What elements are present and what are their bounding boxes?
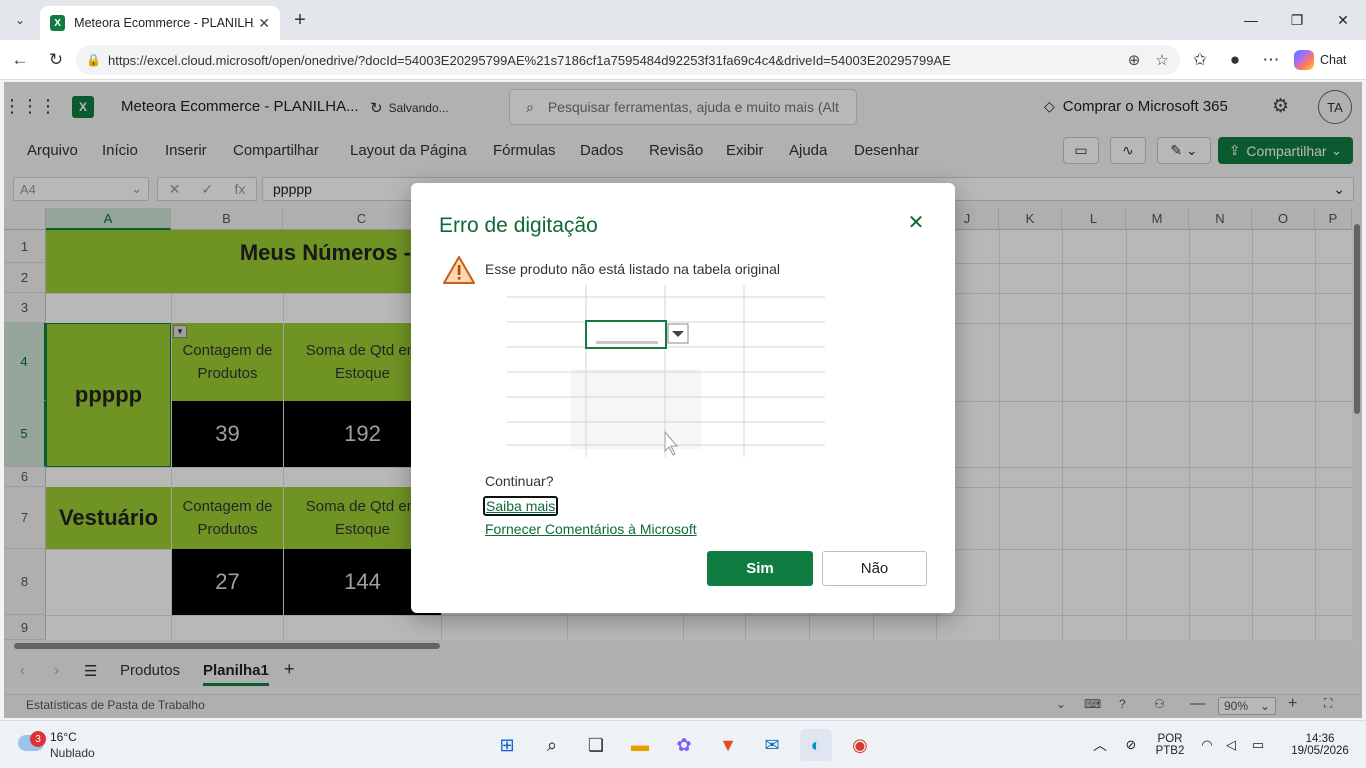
site-info-lock-icon[interactable]: 🔒 bbox=[86, 53, 101, 67]
back-arrow-icon[interactable]: ← bbox=[8, 48, 32, 72]
file-explorer-icon[interactable]: ▬ bbox=[624, 729, 656, 761]
windows-taskbar: 3 16°C Nublado ⊞ ⌕ ❏ ▬ ✿ ▼ ✉ ◐ ◉ ︿ ⊘ POR… bbox=[0, 720, 1366, 768]
wifi-icon[interactable]: ◠ bbox=[1196, 721, 1218, 768]
clock-date: 19/05/2026 bbox=[1291, 745, 1349, 757]
tab-actions-chevron-icon[interactable]: ⌄ bbox=[8, 8, 32, 32]
windows-start-icon[interactable]: ⊞ bbox=[491, 729, 523, 761]
error-dialog: Erro de digitação ✕ Esse produto não est… bbox=[411, 183, 955, 613]
weather-widget[interactable]: 3 16°C Nublado bbox=[14, 727, 134, 763]
notification-badge: 3 bbox=[30, 731, 46, 747]
task-view-icon[interactable]: ❏ bbox=[580, 729, 612, 761]
show-hidden-icons-chevron-icon[interactable]: ︿ bbox=[1090, 721, 1110, 768]
search-taskbar-icon[interactable]: ⌕ bbox=[536, 729, 568, 761]
dropdown-illustration-icon bbox=[507, 285, 825, 457]
tab-close-icon[interactable]: ✕ bbox=[258, 15, 270, 32]
no-button[interactable]: Não bbox=[822, 551, 927, 586]
clock-time: 14:36 bbox=[1305, 733, 1335, 745]
chat-label: Chat bbox=[1320, 53, 1347, 67]
refresh-icon[interactable]: ↻ bbox=[44, 48, 68, 72]
url-field[interactable]: 🔒 https://excel.cloud.microsoft/open/one… bbox=[76, 45, 1180, 75]
profile-icon[interactable]: ● bbox=[1223, 48, 1247, 72]
learn-more-link[interactable]: Saiba mais bbox=[483, 496, 559, 516]
favorite-star-icon[interactable]: ☆ bbox=[1150, 45, 1174, 75]
yes-button[interactable]: Sim bbox=[707, 551, 813, 586]
outlook-icon[interactable]: ✉ bbox=[756, 729, 788, 761]
url-text[interactable]: https://excel.cloud.microsoft/open/onedr… bbox=[108, 53, 1108, 68]
dialog-title: Erro de digitação bbox=[439, 214, 598, 237]
window-close-icon[interactable]: ✕ bbox=[1320, 0, 1366, 40]
input-language-indicator[interactable]: POR PTB2 bbox=[1150, 721, 1190, 768]
weather-condition: Nublado bbox=[50, 746, 95, 760]
chrome-browser-icon[interactable]: ◉ bbox=[844, 729, 876, 761]
dialog-close-icon[interactable]: ✕ bbox=[905, 211, 927, 234]
language-code: POR bbox=[1157, 733, 1183, 745]
dialog-continue-question: Continuar? bbox=[485, 473, 554, 489]
browser-tab-bar: ⌄ X Meteora Ecommerce - PLANILHA E ✕ + —… bbox=[0, 0, 1366, 40]
browser-tab-title: Meteora Ecommerce - PLANILHA E bbox=[74, 16, 255, 30]
brave-browser-icon[interactable]: ▼ bbox=[712, 729, 744, 761]
system-clock[interactable]: 14:36 19/05/2026 bbox=[1280, 721, 1360, 768]
feedback-link[interactable]: Fornecer Comentários à Microsoft bbox=[485, 521, 697, 537]
copilot-chat-button[interactable]: Chat bbox=[1294, 48, 1358, 72]
favorites-list-icon[interactable]: ✩ bbox=[1188, 48, 1212, 72]
excel-favicon-icon: X bbox=[50, 15, 66, 31]
network-status-icon[interactable]: ⊘ bbox=[1120, 721, 1142, 768]
battery-icon[interactable]: ▭ bbox=[1246, 721, 1270, 768]
more-options-icon[interactable]: ⋯ bbox=[1259, 48, 1283, 72]
keyboard-layout: PTB2 bbox=[1155, 745, 1185, 757]
browser-address-bar: ← ↻ 🔒 https://excel.cloud.microsoft/open… bbox=[0, 40, 1366, 80]
copilot-icon bbox=[1294, 50, 1314, 70]
warning-triangle-icon bbox=[443, 256, 475, 284]
new-tab-plus-icon[interactable]: + bbox=[288, 8, 312, 32]
zoom-magnifier-icon[interactable]: ⊕ bbox=[1122, 45, 1146, 75]
weather-temperature: 16°C bbox=[50, 730, 77, 744]
browser-tab-active[interactable]: X Meteora Ecommerce - PLANILHA E ✕ bbox=[40, 6, 280, 40]
edge-browser-icon[interactable]: ◐ bbox=[800, 729, 832, 761]
copilot-taskbar-icon[interactable]: ✿ bbox=[668, 729, 700, 761]
dialog-message: Esse produto não está listado na tabela … bbox=[485, 261, 780, 277]
restore-icon[interactable]: ❐ bbox=[1274, 0, 1320, 40]
minimize-icon[interactable]: — bbox=[1228, 0, 1274, 40]
volume-icon[interactable]: ◁ bbox=[1220, 721, 1242, 768]
